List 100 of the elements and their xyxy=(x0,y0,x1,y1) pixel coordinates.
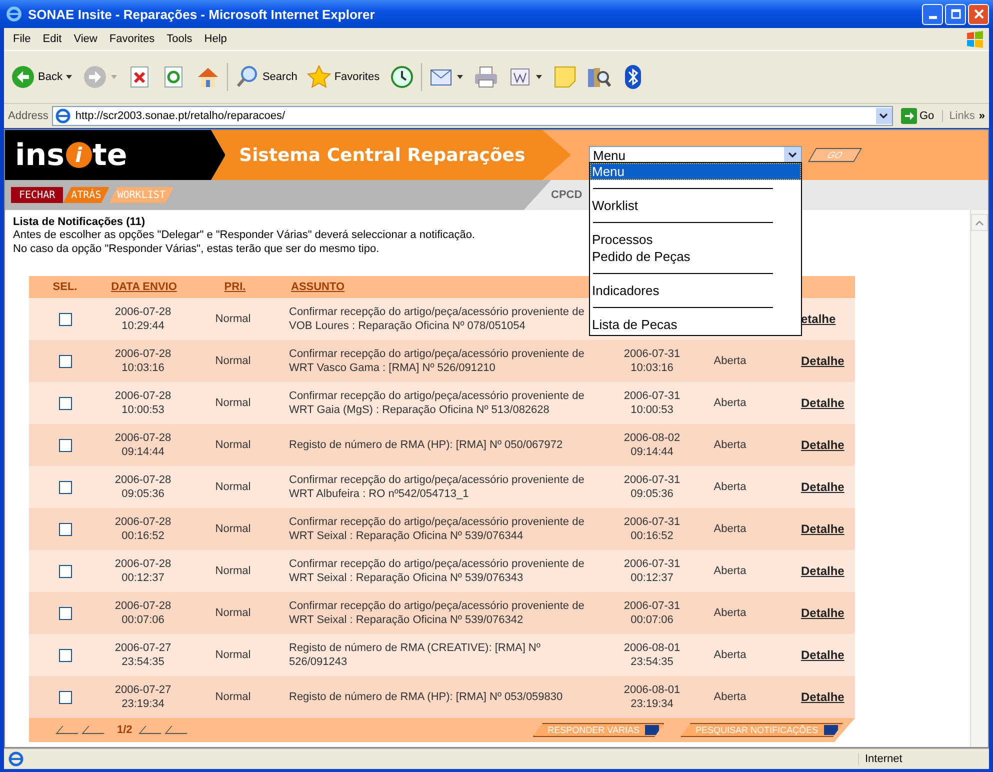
sort-link[interactable]: PRI. xyxy=(224,281,246,293)
table-cell: Normal xyxy=(215,565,251,577)
caret-icon xyxy=(65,74,74,80)
printer-icon xyxy=(474,65,498,89)
detail-link[interactable]: Detalhe xyxy=(801,564,844,578)
detail-link[interactable]: Detalhe xyxy=(801,438,844,452)
address-label: Address xyxy=(8,110,48,122)
row-checkbox[interactable] xyxy=(58,606,72,620)
minimize-icon xyxy=(928,16,936,18)
table-cell: 2006-07-28 09:05:36 xyxy=(114,473,172,501)
menu-item[interactable]: File xyxy=(8,33,36,45)
table-cell: Normal xyxy=(215,523,251,535)
dropdown-option[interactable]: Indicadores xyxy=(590,282,801,299)
table-cell: 2006-07-31 00:12:37 xyxy=(624,557,680,585)
detail-link[interactable]: Detalhe xyxy=(801,396,844,410)
table-cell: 2006-07-28 00:12:37 xyxy=(114,557,172,585)
scrollbar[interactable] xyxy=(970,210,988,747)
table-cell: Registo de número de RMA (HP): [RMA] Nº 050/067972 xyxy=(289,438,563,452)
row-checkbox[interactable] xyxy=(58,354,72,368)
favorites-button[interactable]: Favorites xyxy=(304,63,383,91)
sort-link[interactable]: DATA ENVIO xyxy=(111,281,177,293)
menu-item[interactable]: Edit xyxy=(38,33,67,45)
table-cell: Confirmar recepção do artigo/peça/acessório proveniente de WRT Seixal : Reparação Oficina Nº 539/076343 xyxy=(289,557,584,585)
close-icon xyxy=(972,8,984,20)
sort-link[interactable]: ASSUNTO xyxy=(291,281,345,293)
table-cell: Normal xyxy=(215,313,251,325)
menu-item[interactable]: Tools xyxy=(162,33,198,45)
detail-link[interactable]: Detalhe xyxy=(801,606,844,620)
row-checkbox[interactable] xyxy=(58,438,72,452)
menu-item[interactable]: Help xyxy=(199,33,232,45)
books-icon xyxy=(586,65,611,89)
dropdown-option[interactable]: Pedido de Peças xyxy=(590,248,801,265)
history-icon xyxy=(390,65,414,89)
table-cell: Aberta xyxy=(714,565,746,577)
home-icon xyxy=(196,65,220,89)
dropdown-option[interactable]: Menu xyxy=(590,163,801,180)
dropdown-option[interactable]: Lista de Pecas xyxy=(590,316,801,333)
table-cell: Normal xyxy=(215,481,251,493)
table-cell: Normal xyxy=(215,355,251,367)
more-chevron[interactable]: » xyxy=(978,110,985,122)
table-cell: 2006-07-31 00:07:06 xyxy=(624,599,680,627)
browser-icon xyxy=(6,6,22,22)
table-cell: Normal xyxy=(215,649,251,661)
table-cell: Normal xyxy=(215,691,251,703)
search-button[interactable]: Search xyxy=(232,63,300,91)
row-checkbox[interactable] xyxy=(58,690,72,704)
table-cell: Confirmar recepção do artigo/peça/acessório proveniente de WRT Seixal : Reparação Oficina Nº 539/076342 xyxy=(289,599,584,627)
detail-link[interactable]: Detalhe xyxy=(801,648,844,662)
instruction-text: No caso da opção "Responder Várias", estas terão que ser do mesmo tipo. xyxy=(13,242,380,256)
go-button[interactable]: Go xyxy=(896,108,938,124)
row-checkbox[interactable] xyxy=(58,396,72,410)
row-checkbox[interactable] xyxy=(58,312,72,326)
table-cell: Aberta xyxy=(714,439,746,451)
row-checkbox[interactable] xyxy=(58,480,72,494)
table-cell: Normal xyxy=(215,607,251,619)
menu-item[interactable]: Favorites xyxy=(104,33,160,45)
back-button[interactable]: Back xyxy=(8,63,76,91)
row-checkbox[interactable] xyxy=(58,564,72,578)
detail-link[interactable]: Detalhe xyxy=(801,690,844,704)
maximize-icon xyxy=(950,8,962,20)
menu-item[interactable]: View xyxy=(68,33,102,45)
table-cell: Aberta xyxy=(714,523,746,535)
caret-icon xyxy=(456,74,464,80)
row-checkbox[interactable] xyxy=(58,648,72,662)
dropdown-option[interactable]: Processos xyxy=(590,231,801,248)
instruction-text: Antes de escolher as opções "Delegar" e "Responder Várias" deverá seleccionar a notificação. xyxy=(13,228,475,242)
minimize-button[interactable] xyxy=(922,4,943,24)
detail-link[interactable]: Detalhe xyxy=(801,480,844,494)
links-label[interactable]: Links xyxy=(942,110,975,122)
insite-logo: ins i te xyxy=(5,130,225,180)
caret-icon xyxy=(879,113,888,119)
table-cell: 2006-07-31 09:05:36 xyxy=(624,473,680,501)
table-cell: 2006-07-28 00:07:06 xyxy=(114,599,172,627)
table-cell: Confirmar recepção do artigo/peça/acessório proveniente de WRT Seixal : Reparação Oficina Nº 539/076344 xyxy=(289,515,584,543)
table-cell: Confirmar recepção do artigo/peça/acessório proveniente de WRT Vasco Gama : [RMA] Nº 526/091210 xyxy=(289,347,584,375)
nav-button[interactable]: FECHAR xyxy=(11,187,64,203)
table-cell: 2006-07-27 23:54:35 xyxy=(114,641,172,669)
table-cell: 2006-07-27 23:19:34 xyxy=(114,683,172,711)
table-cell: Registo de número de RMA (HP): [RMA] Nº 053/059830 xyxy=(289,690,563,704)
table-cell: 2006-07-31 10:00:53 xyxy=(624,389,680,417)
dropdown-arrow-button[interactable] xyxy=(876,108,892,124)
maximize-button[interactable] xyxy=(945,4,966,24)
page-icon xyxy=(8,751,24,767)
table-cell: Aberta xyxy=(714,481,746,493)
dropdown-option[interactable]: Worklist xyxy=(590,197,801,214)
caret-icon xyxy=(110,74,118,80)
close-button[interactable] xyxy=(968,4,989,24)
column-header: SEL. xyxy=(52,281,78,293)
caret-icon xyxy=(534,74,543,80)
table-cell: Aberta xyxy=(714,397,746,409)
detail-link[interactable]: etalhe xyxy=(801,312,836,326)
table-cell: Aberta xyxy=(714,607,746,619)
table-cell: Aberta xyxy=(714,691,746,703)
table-cell: Normal xyxy=(215,397,251,409)
detail-link[interactable]: Detalhe xyxy=(801,522,844,536)
address-field[interactable]: http://scr2003.sonae.pt/retalho/reparacoes/ xyxy=(52,106,892,126)
detail-link[interactable]: Detalhe xyxy=(801,354,844,368)
row-checkbox[interactable] xyxy=(58,522,72,536)
table-cell: 2006-07-28 10:29:44 xyxy=(114,305,172,333)
table-cell: Confirmar recepção do artigo/peça/acessório proveniente de WRT Albufeira : RO nº542/054713_1 xyxy=(289,473,584,501)
